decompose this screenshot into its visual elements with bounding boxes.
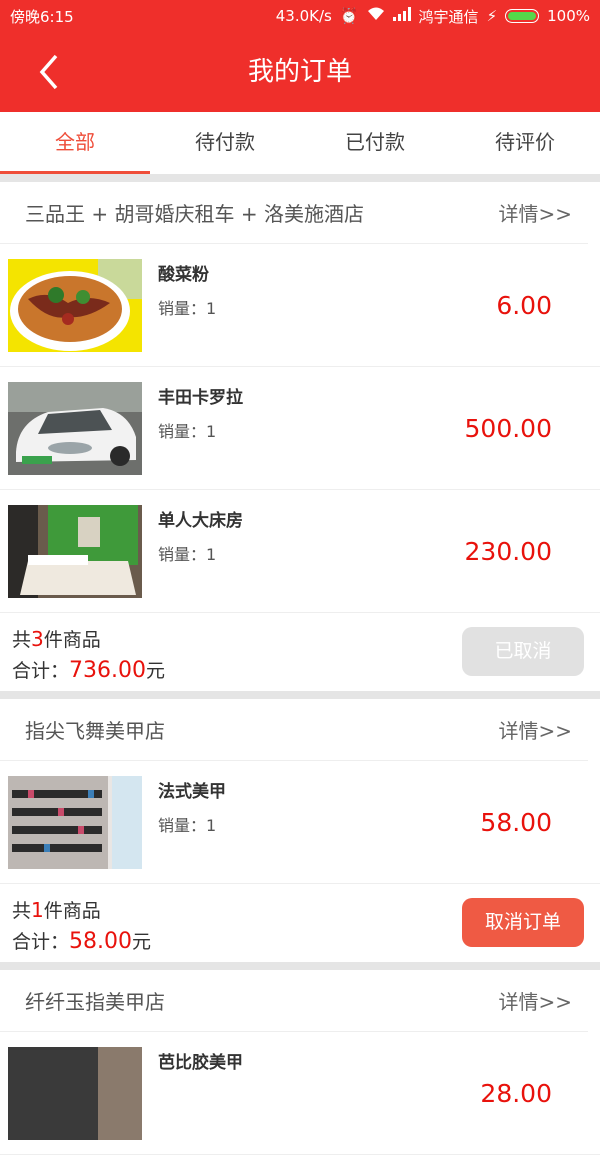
order-card: 三品王 + 胡哥婚庆租车 + 洛美施酒店 详情>> 酸菜粉 销量：1 6.00 … (0, 182, 600, 691)
order-card: 指尖飞舞美甲店 详情>> 法式美甲 销量：1 58.00 共1件商品 合计：58… (0, 699, 600, 962)
product-name: 酸菜粉 (158, 265, 209, 285)
charging-icon: ⚡ (486, 7, 498, 25)
cancelled-button: 已取消 (462, 627, 584, 676)
wifi-icon (367, 7, 385, 25)
product-price: 6.00 (496, 291, 552, 320)
product-image (8, 776, 142, 869)
order-list: 三品王 + 胡哥婚庆租车 + 洛美施酒店 详情>> 酸菜粉 销量：1 6.00 … (0, 174, 600, 1155)
order-item[interactable]: 丰田卡罗拉 销量：1 500.00 (0, 367, 600, 490)
quantity-value: 1 (206, 545, 217, 564)
product-name: 芭比胶美甲 (158, 1053, 243, 1073)
product-image (8, 382, 142, 475)
status-bar: 傍晚6:15 43.0K/s ⏰ 鸿宇通信 ⚡ 100% (0, 0, 600, 32)
order-total: 合计：736.00元 (12, 658, 166, 683)
detail-link[interactable]: 详情>> (498, 986, 572, 1015)
product-price: 230.00 (464, 537, 552, 566)
store-name: 指尖飞舞美甲店 (25, 719, 165, 743)
order-total: 合计：58.00元 (12, 929, 152, 954)
tab-all[interactable]: 全部 (0, 112, 150, 174)
alarm-icon: ⏰ (339, 7, 359, 25)
order-tabs: 全部 待付款 已付款 待评价 (0, 112, 600, 174)
product-name: 法式美甲 (158, 782, 226, 802)
product-price: 58.00 (480, 808, 552, 837)
order-summary: 共1件商品 合计：58.00元 取消订单 (0, 884, 600, 962)
product-name: 丰田卡罗拉 (158, 388, 243, 408)
detail-link[interactable]: 详情>> (498, 198, 572, 227)
nav-bar: 我的订单 (0, 32, 600, 112)
divider (0, 962, 600, 970)
cancel-order-button[interactable]: 取消订单 (462, 898, 584, 947)
page-title: 我的订单 (247, 57, 352, 87)
carrier-name: 鸿宇通信 (418, 7, 479, 26)
battery-icon (505, 9, 540, 23)
quantity-label: 销量： (158, 545, 207, 564)
quantity-value: 1 (206, 816, 217, 835)
order-item[interactable]: 法式美甲 销量：1 58.00 (0, 761, 600, 884)
order-card: 纤纤玉指美甲店 详情>> 芭比胶美甲 28.00 (0, 970, 600, 1155)
status-time: 傍晚6:15 (10, 7, 74, 26)
divider (0, 691, 600, 699)
product-price: 28.00 (480, 1079, 552, 1108)
order-item[interactable]: 酸菜粉 销量：1 6.00 (0, 244, 600, 367)
tab-pending-review[interactable]: 待评价 (450, 112, 600, 174)
store-name: 三品王 + 胡哥婚庆租车 + 洛美施酒店 (25, 202, 364, 226)
tab-paid[interactable]: 已付款 (300, 112, 450, 174)
order-item[interactable]: 单人大床房 销量：1 230.00 (0, 490, 600, 613)
product-image (8, 505, 142, 598)
product-price: 500.00 (464, 414, 552, 443)
network-speed: 43.0K/s (275, 7, 332, 25)
order-item[interactable]: 芭比胶美甲 28.00 (0, 1032, 600, 1155)
product-image (8, 259, 142, 352)
item-count: 共3件商品 (12, 627, 101, 651)
tab-pending-payment[interactable]: 待付款 (150, 112, 300, 174)
quantity-value: 1 (206, 422, 217, 441)
quantity-label: 销量： (158, 816, 207, 835)
quantity-label: 销量： (158, 299, 207, 318)
product-image (8, 1047, 142, 1140)
quantity-label: 销量： (158, 422, 207, 441)
store-name: 纤纤玉指美甲店 (25, 990, 165, 1014)
battery-level: 100% (547, 7, 590, 25)
product-name: 单人大床房 (158, 511, 243, 531)
detail-link[interactable]: 详情>> (498, 715, 572, 744)
signal-icon (392, 7, 411, 25)
divider (0, 174, 600, 182)
item-count: 共1件商品 (12, 898, 101, 922)
order-summary: 共3件商品 合计：736.00元 已取消 (0, 613, 600, 691)
quantity-value: 1 (206, 299, 217, 318)
